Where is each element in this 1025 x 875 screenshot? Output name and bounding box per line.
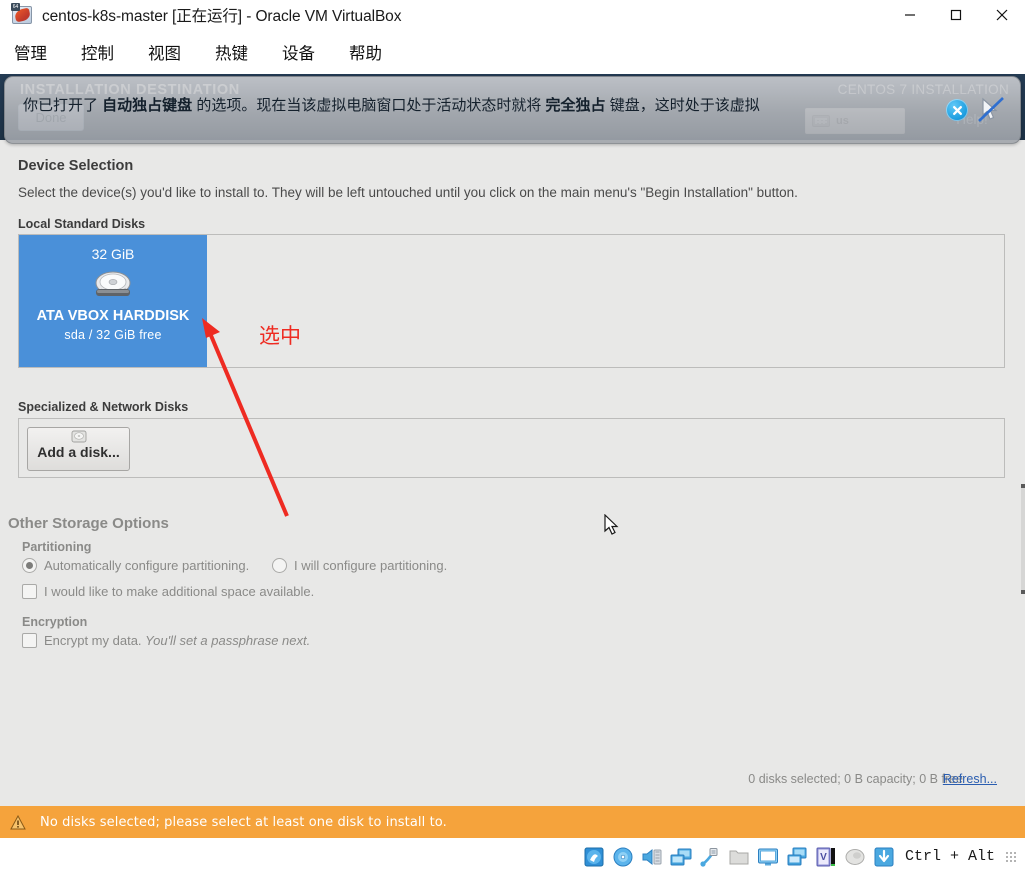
virtualbox-icon: 64 — [11, 3, 34, 26]
optical-drive-icon[interactable] — [612, 846, 634, 868]
svg-text:V: V — [820, 852, 827, 863]
device-selection-description: Select the device(s) you'd like to insta… — [18, 185, 798, 200]
close-icon — [996, 9, 1008, 21]
minimize-button[interactable] — [887, 0, 933, 30]
radio-manual-partitioning[interactable] — [272, 558, 287, 573]
option-encrypt-data[interactable]: Encrypt my data. You'll set a passphrase… — [22, 633, 310, 648]
network-icon[interactable] — [670, 846, 692, 868]
notification-message-part-3: 完全独占 — [545, 97, 606, 114]
menu-item-manage[interactable]: 管理 — [14, 38, 63, 66]
option-manual-partitioning-label: I will configure partitioning. — [294, 558, 448, 573]
recording-icon[interactable] — [786, 846, 808, 868]
disk-summary-text: 0 disks selected; 0 B capacity; 0 B free — [748, 772, 963, 786]
disk-detail: sda / 32 GiB free — [64, 328, 162, 342]
shared-folders-icon[interactable] — [728, 846, 750, 868]
other-storage-options-title: Other Storage Options — [8, 515, 169, 532]
menu-item-hotkeys[interactable]: 热键 — [215, 38, 264, 66]
harddisk-small-icon — [71, 430, 87, 443]
vbox-statusbar: V Ctrl + Alt — [0, 838, 1025, 875]
resize-grip-icon[interactable] — [1005, 850, 1017, 863]
add-a-disk-button[interactable]: Add a disk... — [27, 427, 130, 471]
checkbox-additional-space[interactable] — [22, 584, 37, 599]
disk-tile-sda[interactable]: 32 GiB ATA VBOX HARDDISK sda / 32 GiB fr — [19, 235, 207, 367]
window-title: centos-k8s-master [正在运行] - Oracle VM Vir… — [42, 8, 402, 25]
warning-text: No disks selected; please select at leas… — [40, 814, 447, 830]
usb-icon[interactable] — [699, 846, 721, 868]
menu-item-view[interactable]: 视图 — [148, 38, 197, 66]
statusbar-icons: V — [583, 846, 895, 868]
close-button[interactable] — [979, 0, 1025, 30]
close-circle-icon — [952, 105, 962, 115]
option-additional-space[interactable]: I would like to make additional space av… — [22, 584, 314, 599]
warning-icon — [10, 814, 26, 830]
option-auto-partitioning[interactable]: Automatically configure partitioning. — [22, 558, 249, 573]
display-icon[interactable] — [757, 846, 779, 868]
warning-bar: No disks selected; please select at leas… — [0, 806, 1025, 838]
mouse-integration-icon[interactable] — [844, 846, 866, 868]
notification-close-button[interactable] — [946, 99, 968, 121]
device-selection-title: Device Selection — [18, 158, 134, 174]
option-encrypt-data-label: Encrypt my data. You'll set a passphrase… — [44, 633, 310, 648]
window-titlebar: 64 centos-k8s-master [正在运行] - Oracle VM … — [0, 0, 1025, 30]
menu-item-help[interactable]: 帮助 — [349, 38, 398, 66]
host-key-icon[interactable] — [873, 846, 895, 868]
notification-message-part-4: 键盘，这时处于该虚拟 — [605, 97, 760, 114]
specialized-network-disks-label: Specialized & Network Disks — [18, 400, 189, 414]
option-auto-partitioning-label: Automatically configure partitioning. — [44, 558, 250, 573]
notification-message-part-0: 你已打开了 — [23, 97, 103, 114]
encrypt-label-normal: Encrypt my data. — [44, 633, 146, 648]
add-a-disk-label: Add a disk... — [37, 444, 120, 460]
guest-scrollbar[interactable] — [1021, 484, 1025, 594]
notification-message-part-2: 的选项。现在当该虚拟电脑窗口处于活动状态时就将 — [192, 97, 546, 114]
disk-name: ATA VBOX HARDDISK — [36, 308, 190, 324]
disk-capacity: 32 GiB — [91, 246, 135, 262]
installer-content: Device Selection Select the device(s) yo… — [0, 140, 1025, 838]
radio-auto-partitioning[interactable] — [22, 558, 37, 573]
keyboard-capture-notification: 你已打开了 自动独占键盘 的选项。现在当该虚拟电脑窗口处于活动状态时就将 完全独… — [4, 76, 1021, 144]
menu-item-devices[interactable]: 设备 — [282, 38, 331, 66]
encryption-label: Encryption — [22, 615, 88, 629]
vrdp-icon[interactable]: V — [815, 846, 837, 868]
notification-message: 你已打开了 自动独占键盘 的选项。现在当该虚拟电脑窗口处于活动状态时就将 完全独… — [23, 97, 923, 116]
option-manual-partitioning[interactable]: I will configure partitioning. — [272, 558, 447, 573]
audio-icon[interactable] — [641, 846, 663, 868]
notification-message-part-1: 自动独占键盘 — [102, 97, 193, 114]
maximize-button[interactable] — [933, 0, 979, 30]
minimize-icon — [905, 14, 915, 16]
host-key-label: Ctrl + Alt — [904, 848, 995, 865]
menubar: 管理 控制 视图 热键 设备 帮助 — [0, 30, 1025, 74]
specialized-disks-panel: Add a disk... — [18, 418, 1005, 478]
guest-screen: INSTALLATION DESTINATION CENTOS 7 INSTAL… — [0, 74, 1025, 838]
annotation-label: 选中 — [259, 325, 301, 348]
hard-disk-icon[interactable] — [583, 846, 605, 868]
partitioning-label: Partitioning — [22, 540, 92, 554]
mouse-disabled-icon — [976, 95, 1006, 125]
virtualbox-window: 64 centos-k8s-master [正在运行] - Oracle VM … — [0, 0, 1025, 875]
local-disks-panel: 32 GiB ATA VBOX HARDDISK sda / 32 GiB fr — [18, 234, 1005, 368]
menu-item-control[interactable]: 控制 — [81, 38, 130, 66]
encrypt-label-italic: You'll set a passphrase next. — [145, 633, 311, 648]
maximize-icon — [950, 9, 962, 21]
local-standard-disks-label: Local Standard Disks — [18, 217, 146, 231]
checkbox-encrypt-data[interactable] — [22, 633, 37, 648]
refresh-link[interactable]: Refresh... — [943, 772, 997, 786]
option-additional-space-label: I would like to make additional space av… — [44, 584, 315, 599]
harddisk-icon — [89, 269, 137, 302]
